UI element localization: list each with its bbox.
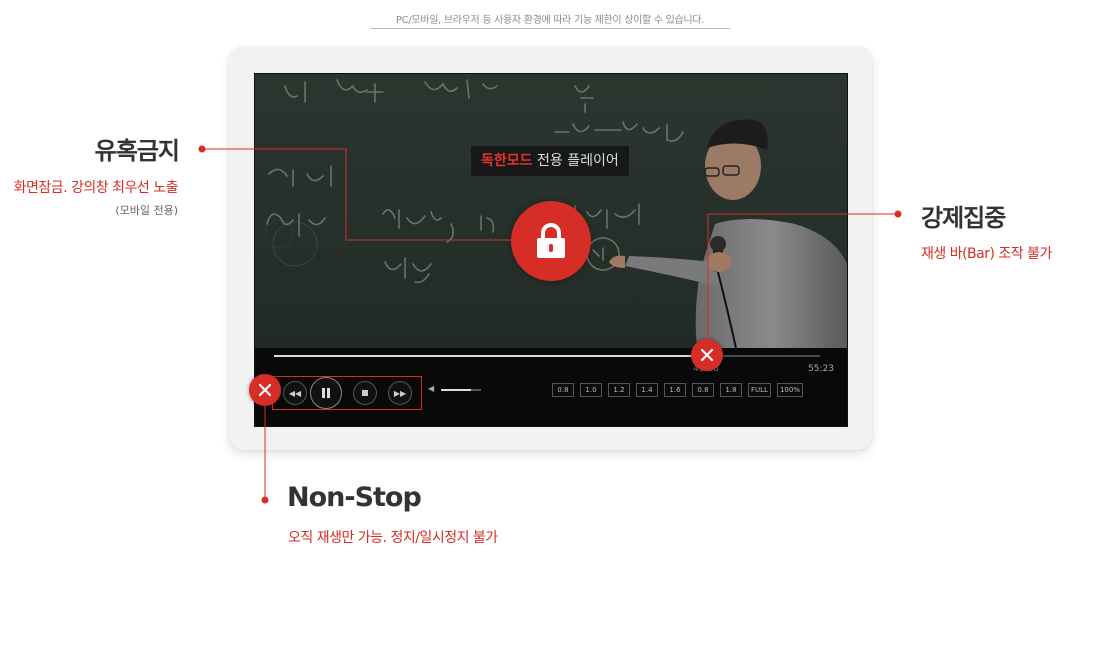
speed-option-button[interactable]: 1.6 <box>664 383 686 397</box>
screen-lock-badge <box>511 201 591 281</box>
next-icon: ▶▶ <box>393 388 407 398</box>
prev-icon: ◀◀ <box>288 388 302 398</box>
mode-rest-text: 전용 플레이어 <box>532 153 619 169</box>
notice-text: PC/모바일, 브라우저 등 사용자 환경에 따라 기능 제한이 상이할 수 있… <box>370 11 730 29</box>
stop-icon <box>362 390 368 396</box>
close-icon <box>700 348 714 362</box>
callout-non-stop-title: Non-Stop <box>287 482 422 513</box>
speed-option-button[interactable]: 100% <box>776 383 803 397</box>
close-icon <box>258 383 272 397</box>
speed-option-button[interactable]: FULL <box>748 383 771 397</box>
seek-bar-fill <box>274 355 722 357</box>
callout-non-stop-desc: 오직 재생만 가능. 정지/일시정지 불가 <box>288 530 498 546</box>
mode-accent-text: 독한모드 <box>481 153 533 169</box>
speed-option-button[interactable]: 1.4 <box>636 383 658 397</box>
prev-button[interactable]: ◀◀ <box>283 381 307 405</box>
seek-bar[interactable] <box>274 355 820 357</box>
volume-icon[interactable]: ◀ <box>428 384 434 393</box>
lock-icon <box>537 223 565 258</box>
callout-anti-distraction-desc: 화면잠금. 강의창 최우선 노출 <box>13 180 179 196</box>
callout-anti-distraction-title: 유혹금지 <box>94 137 180 165</box>
player-controls: 45:38 55:23 ◀◀ ▶▶ ◀ 0.81.01.21.41.60.81.… <box>255 348 847 426</box>
playback-controls-group: ◀◀ ▶▶ <box>272 376 422 410</box>
stop-disabled-badge <box>249 374 281 406</box>
time-total: 55:23 <box>808 364 834 374</box>
callout-forced-focus-desc: 재생 바(Bar) 조작 불가 <box>921 246 1052 262</box>
next-button[interactable]: ▶▶ <box>388 381 412 405</box>
speed-option-button[interactable]: 1.8 <box>720 383 742 397</box>
video-area: 독한모드 전용 플레이어 <box>255 74 847 348</box>
player-mode-label: 독한모드 전용 플레이어 <box>471 146 629 176</box>
volume-slider-fill <box>441 389 471 391</box>
speed-option-button[interactable]: 0.8 <box>692 383 714 397</box>
speed-options: 0.8 1.0 1.2 1.4 1.6 0.8 1.8 FULL 100% <box>552 383 803 397</box>
video-player[interactable]: 독한모드 전용 플레이어 45:38 55:23 ◀◀ <box>254 73 848 427</box>
callout-forced-focus-title: 강제집중 <box>921 204 1006 232</box>
speed-option-button[interactable]: 0.8 <box>552 383 574 397</box>
speed-option-button[interactable]: 1.2 <box>608 383 630 397</box>
stop-button[interactable] <box>353 381 377 405</box>
speed-option-button[interactable]: 1.0 <box>580 383 602 397</box>
seek-disabled-badge <box>691 339 723 371</box>
volume-slider[interactable] <box>441 389 481 391</box>
pause-icon <box>322 388 330 398</box>
pause-button[interactable] <box>310 377 342 409</box>
callout-anti-distraction-note: (모바일 전용) <box>115 204 178 217</box>
